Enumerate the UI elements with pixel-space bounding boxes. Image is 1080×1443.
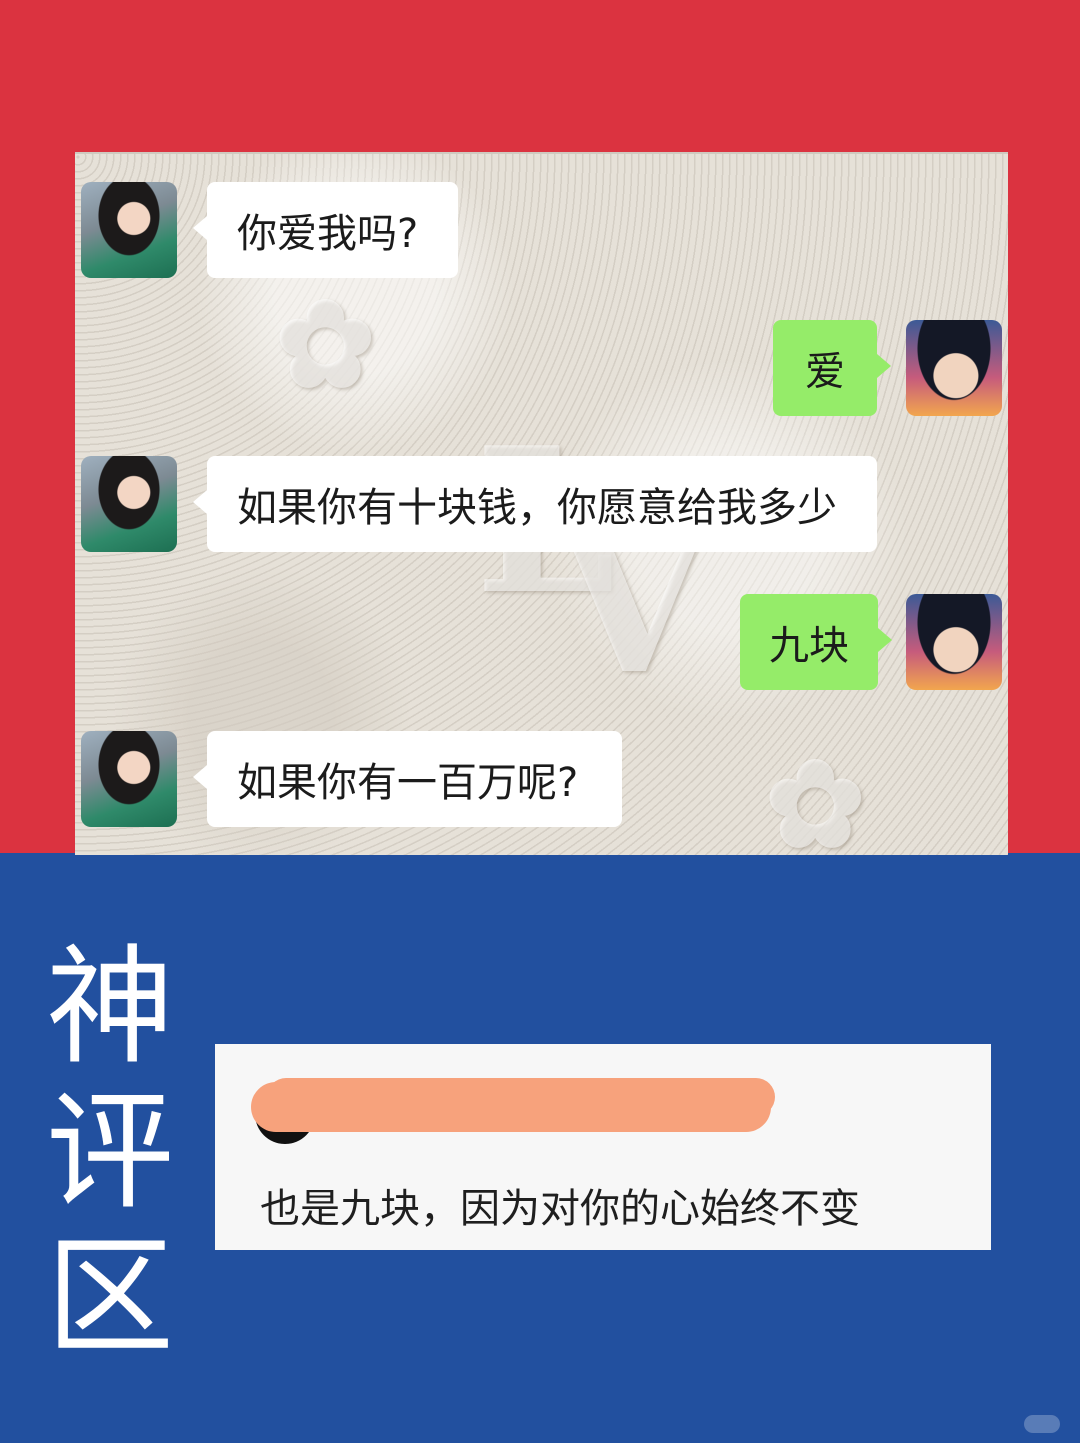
message-text: 九块 xyxy=(769,623,849,669)
message-text: 爱 xyxy=(805,349,845,395)
girl-avatar[interactable] xyxy=(81,182,177,278)
outgoing-message-bubble[interactable]: 九块 xyxy=(740,594,892,690)
side-title-char: 评 xyxy=(45,1078,174,1227)
watermark-icon xyxy=(1024,1415,1060,1433)
boy-avatar[interactable] xyxy=(906,320,1002,416)
boy-avatar[interactable] xyxy=(906,594,1002,690)
message-text: 如果你有十块钱，你愿意给我多少 xyxy=(237,485,837,531)
message-text: 如果你有一百万呢? xyxy=(237,760,579,806)
incoming-message-bubble[interactable]: 如果你有一百万呢? xyxy=(193,731,622,827)
side-title-char: 神 xyxy=(45,933,174,1082)
chat-screenshot: ✿ L V ✿ 你爱我吗? 爱 如果你有十块钱，你愿意给我多少 九块 如果你有一… xyxy=(75,152,1008,855)
message-text: 你爱我吗? xyxy=(237,211,419,257)
side-title-char: 区 xyxy=(45,1223,174,1372)
comment-text: 也是九块，因为对你的心始终不变 xyxy=(260,1186,860,1232)
background-emboss-pattern: ✿ xyxy=(765,734,866,855)
background-emboss-pattern: ✿ xyxy=(275,274,376,415)
username-redaction xyxy=(251,1082,771,1132)
incoming-message-bubble[interactable]: 如果你有十块钱，你愿意给我多少 xyxy=(193,456,877,552)
girl-avatar[interactable] xyxy=(81,731,177,827)
comment-card[interactable]: 也是九块，因为对你的心始终不变 xyxy=(215,1044,991,1250)
outgoing-message-bubble[interactable]: 爱 xyxy=(773,320,891,416)
girl-avatar[interactable] xyxy=(81,456,177,552)
incoming-message-bubble[interactable]: 你爱我吗? xyxy=(193,182,458,278)
side-title: 神 评 区 xyxy=(45,935,175,1370)
